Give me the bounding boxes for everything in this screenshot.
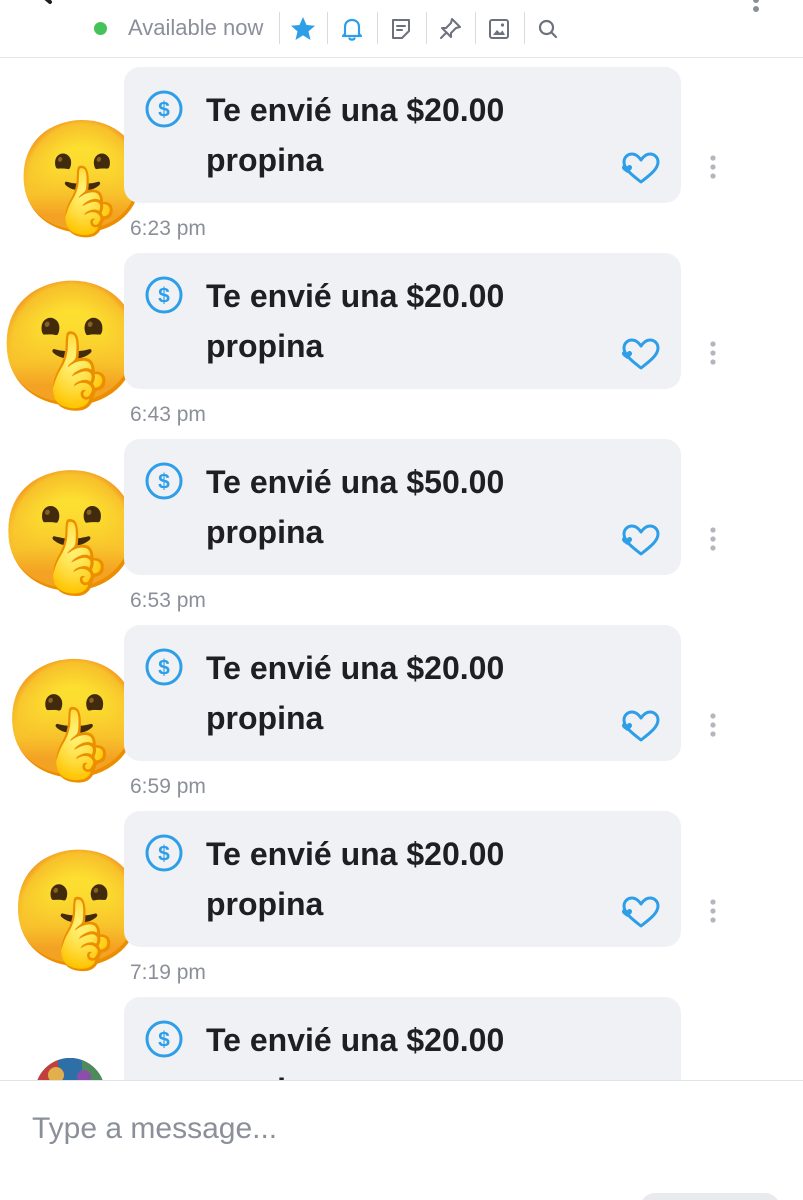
heart-icon[interactable] [618,895,664,929]
message-row: 🤫 $ Te envié una $20.00 propina 7:19 pm [0,811,803,997]
message-list[interactable]: 🤫 $ Te envié una $20.00 propina 6:23 pm [0,59,803,1080]
message-menu-icon[interactable] [705,340,721,368]
message-menu-icon[interactable] [705,712,721,740]
svg-text:$: $ [158,471,170,494]
message-row: 🤫 $ Te envié una $20.00 propina 6:59 pm [0,625,803,811]
divider [475,12,476,44]
svg-text:$: $ [158,843,170,866]
tip-message-bubble[interactable]: $ Te envié una $20.00 propina [124,811,681,947]
more-vertical-icon[interactable] [748,0,764,22]
message-row: 🤫 $ Te envié una $50.00 propina 6:53 pm [0,439,803,625]
message-timestamp: 7:19 pm [130,961,206,984]
message-timestamp: 6:43 pm [130,403,206,426]
divider [377,12,378,44]
message-text: Te envié una $20.00 propina [206,1022,505,1080]
message-row: 🤫 $ Te envié una $20.00 propina 6:23 pm [0,67,803,253]
heart-icon[interactable] [618,709,664,743]
message-menu-icon[interactable] [705,898,721,926]
message-row: $ Te envié una $20.00 propina [0,997,803,1080]
tip-message-bubble[interactable]: $ Te envié una $20.00 propina [124,67,681,203]
dollar-icon: $ [145,462,183,500]
dollar-icon: $ [145,648,183,686]
message-text: Te envié una $50.00 propina [206,464,505,550]
svg-text:$: $ [158,285,170,308]
divider [524,12,525,44]
message-text: Te envié una $20.00 propina [206,278,505,364]
message-text: Te envié una $20.00 propina [206,92,505,178]
chat-screen: Available now 🤫 $ Te envié una $20.00 pr… [0,0,803,1200]
tip-message-bubble[interactable]: $ Te envié una $50.00 propina [124,439,681,575]
image-icon[interactable] [484,14,514,44]
message-text: Te envié una $20.00 propina [206,836,505,922]
tip-message-bubble[interactable]: $ Te envié una $20.00 propina [124,997,681,1080]
tip-message-bubble[interactable]: $ Te envié una $20.00 propina [124,253,681,389]
search-icon[interactable] [533,14,563,44]
message-timestamp: 6:23 pm [130,217,206,240]
message-row: 🤫 $ Te envié una $20.00 propina 6:43 pm [0,253,803,439]
svg-text:$: $ [158,1029,170,1052]
message-input[interactable] [32,1109,732,1149]
dollar-icon: $ [145,834,183,872]
pin-icon[interactable] [435,14,465,44]
status-text: Available now [128,15,264,40]
message-text: Te envié una $20.00 propina [206,650,505,736]
svg-text:$: $ [158,657,170,680]
dollar-icon: $ [145,90,183,128]
divider [327,12,328,44]
tip-message-bubble[interactable]: $ Te envié una $20.00 propina [124,625,681,761]
heart-icon[interactable] [618,337,664,371]
divider [426,12,427,44]
star-icon[interactable] [288,14,318,44]
dollar-icon: $ [145,1020,183,1058]
sticky-note-icon[interactable] [386,14,416,44]
avatar-photo[interactable] [34,1057,106,1080]
message-composer [0,1080,803,1200]
bell-icon[interactable] [337,14,367,44]
message-menu-icon[interactable] [705,526,721,554]
heart-icon[interactable] [618,523,664,557]
send-button[interactable] [640,1193,780,1200]
svg-text:$: $ [158,99,170,122]
online-status-dot [94,22,107,35]
divider [279,12,280,44]
back-arrow-icon[interactable] [28,0,78,22]
dollar-icon: $ [145,276,183,314]
message-timestamp: 6:59 pm [130,775,206,798]
heart-icon[interactable] [618,151,664,185]
message-timestamp: 6:53 pm [130,589,206,612]
message-menu-icon[interactable] [705,154,721,182]
chat-header: Available now [0,0,803,58]
